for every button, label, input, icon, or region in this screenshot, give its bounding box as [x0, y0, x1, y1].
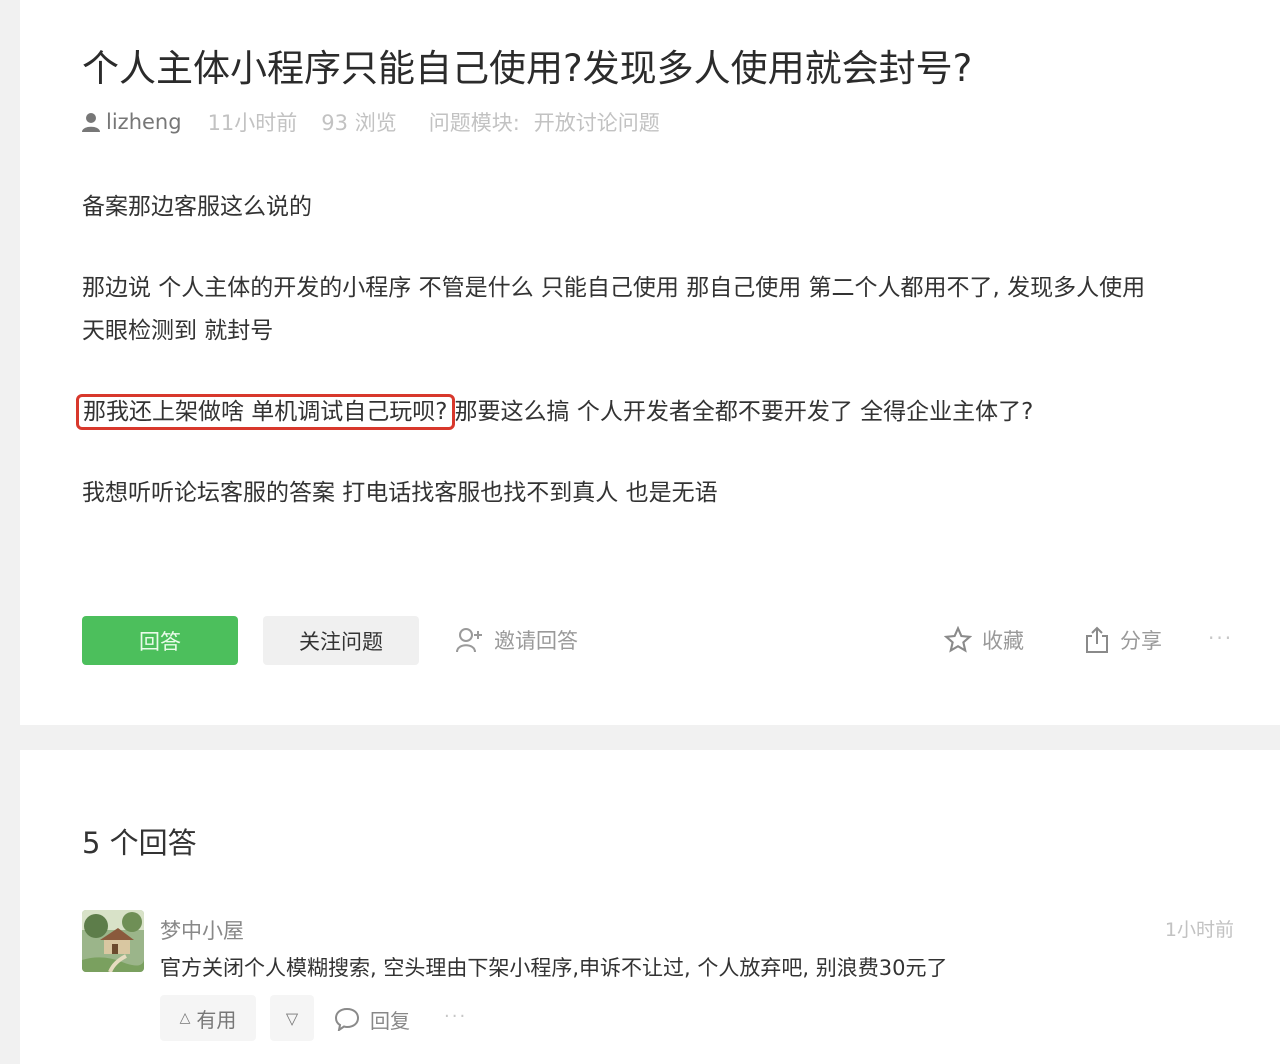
share-button[interactable]: 分享: [1084, 624, 1162, 656]
share-icon: [1086, 626, 1108, 653]
star-icon: [944, 626, 972, 653]
avatar[interactable]: [82, 910, 144, 972]
author-name: lizheng: [106, 110, 182, 134]
body-paragraph-2-line-1: 那边说 个人主体的开发的小程序 不管是什么 只能自己使用 那自己使用 第二个人都…: [82, 275, 1146, 301]
comment-icon: [334, 1007, 360, 1031]
follow-question-button[interactable]: 关注问题: [263, 616, 419, 665]
useful-label: 有用: [196, 1007, 237, 1032]
not-useful-button[interactable]: ▽: [270, 995, 314, 1041]
body-paragraph-4: 我想听听论坛客服的答案 打电话找客服也找不到真人 也是无语: [82, 480, 718, 506]
avatar-image: [82, 910, 144, 972]
reply-button[interactable]: 回复: [334, 1003, 410, 1035]
favorite-label: 收藏: [982, 629, 1024, 653]
answer-content: 官方关闭个人模糊搜索, 空头理由下架小程序,申诉不让过, 个人放弃吧, 别浪费3…: [160, 956, 948, 980]
author-link[interactable]: lizheng: [82, 110, 182, 134]
triangle-up-icon: △: [179, 1010, 191, 1026]
answers-count: 5 个回答: [82, 826, 197, 860]
question-meta: lizheng 11小时前 93 浏览 问题模块: 开放讨论问题: [82, 108, 660, 136]
question-card: 个人主体小程序只能自己使用?发现多人使用就会封号? lizheng 11小时前 …: [20, 0, 1280, 725]
favorite-button[interactable]: 收藏: [944, 624, 1024, 656]
page-title: 个人主体小程序只能自己使用?发现多人使用就会封号?: [82, 47, 973, 90]
useful-button[interactable]: △ 有用: [160, 995, 256, 1041]
invite-answer-button[interactable]: 邀请回答: [456, 624, 578, 656]
answer-more-options[interactable]: ···: [444, 1006, 467, 1027]
highlighted-text: 那我还上架做啥 单机调试自己玩呗?: [76, 394, 455, 430]
answer-time: 1小时前: [1164, 919, 1234, 941]
module-link[interactable]: 开放讨论问题: [534, 107, 660, 137]
more-options-button[interactable]: ···: [1208, 626, 1233, 650]
body-paragraph-1: 备案那边客服这么说的: [82, 194, 312, 220]
post-time: 11小时前: [207, 111, 298, 135]
add-user-icon: [456, 628, 482, 653]
answer-button[interactable]: 回答: [82, 616, 238, 665]
answers-card: 5 个回答 梦中小屋 1小时前 官方关闭个人模糊搜索, 空头理由下架小程序,申诉…: [20, 750, 1280, 1064]
reply-label: 回复: [370, 1008, 410, 1033]
view-count: 93 浏览: [321, 111, 397, 135]
body-paragraph-3: 那我还上架做啥 单机调试自己玩呗? 那要这么搞 个人开发者全都不要开发了 全得企业…: [76, 391, 1034, 434]
body-paragraph-3-rest: 那要这么搞 个人开发者全都不要开发了 全得企业主体了?: [454, 399, 1034, 425]
user-icon: [82, 113, 100, 132]
answer-author[interactable]: 梦中小屋: [160, 915, 244, 945]
invite-answer-label: 邀请回答: [494, 629, 578, 653]
body-paragraph-2-line-2: 天眼检测到 就封号: [82, 318, 274, 344]
share-label: 分享: [1120, 629, 1162, 653]
module-label: 问题模块:: [428, 111, 520, 135]
triangle-down-icon: ▽: [285, 1008, 299, 1028]
